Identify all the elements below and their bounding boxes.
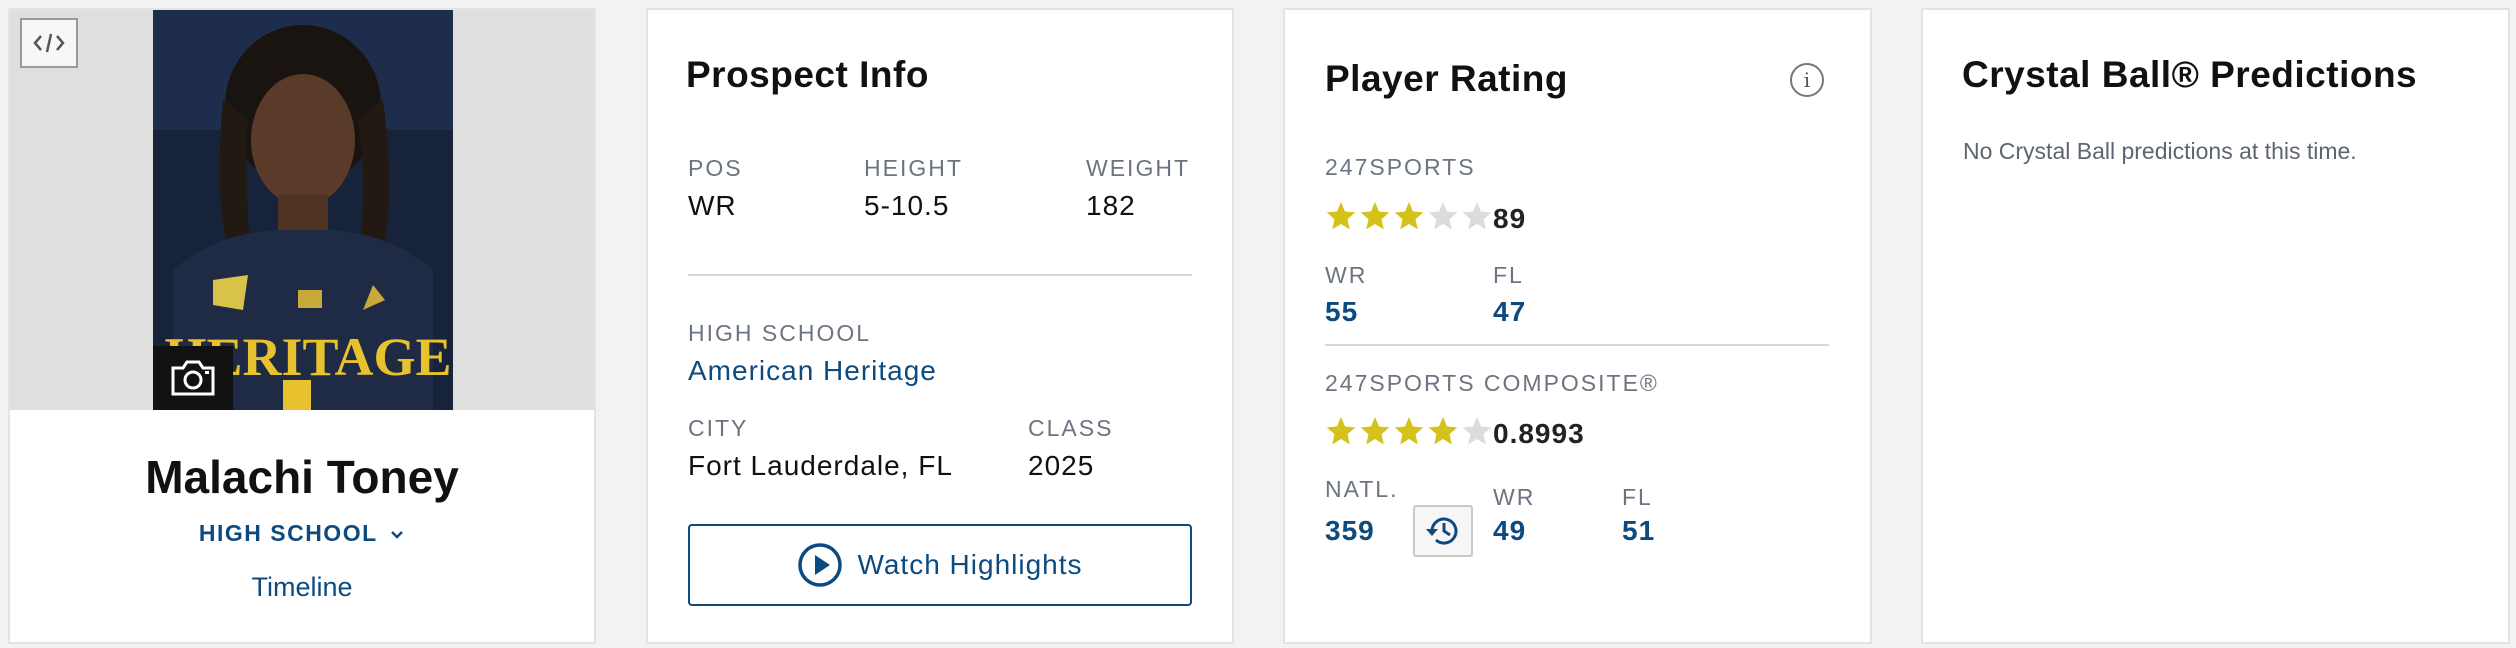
- star-icon: [1462, 417, 1492, 445]
- player-rating-card: Player Rating i 247SPORTS 89 WR 55 FL 47…: [1283, 8, 1872, 644]
- watch-highlights-label: Watch Highlights: [857, 549, 1083, 580]
- star-icon: [1326, 417, 1356, 445]
- class-label: CLASS: [1028, 415, 1114, 441]
- composite-state-label: FL: [1622, 484, 1653, 510]
- star-icon: [1394, 417, 1424, 445]
- class-value: 2025: [1028, 450, 1095, 481]
- embed-code-button[interactable]: [20, 18, 78, 68]
- height-value: 5-10.5: [864, 190, 950, 221]
- code-icon: [33, 33, 65, 53]
- star-icon: [1326, 202, 1356, 230]
- 247sports-stars: [1325, 200, 1493, 232]
- composite-state-rank[interactable]: 51: [1622, 515, 1655, 547]
- weight-label: WEIGHT: [1086, 155, 1190, 181]
- star-icon: [1462, 202, 1492, 230]
- watch-highlights-button[interactable]: Watch Highlights: [688, 524, 1192, 606]
- city-value: Fort Lauderdale, FL: [688, 450, 953, 481]
- city-label: CITY: [688, 415, 749, 441]
- no-predictions-message: No Crystal Ball predictions at this time…: [1963, 138, 2357, 164]
- prospect-info-title: Prospect Info: [686, 54, 929, 95]
- play-circle-icon: [798, 543, 843, 587]
- star-icon: [1428, 202, 1458, 230]
- player-rating-title: Player Rating: [1325, 58, 1568, 99]
- 247sports-state-rank[interactable]: 47: [1493, 296, 1526, 328]
- info-icon[interactable]: i: [1790, 63, 1824, 97]
- composite-position-label: WR: [1493, 484, 1536, 510]
- star-icon: [1360, 202, 1390, 230]
- player-photo[interactable]: HERITAGE: [153, 10, 453, 410]
- star-icon: [1428, 417, 1458, 445]
- photo-band: HERITAGE: [10, 10, 594, 410]
- 247sports-position-label: WR: [1325, 262, 1368, 288]
- divider: [1325, 344, 1829, 346]
- 247sports-state-label: FL: [1493, 262, 1524, 288]
- camera-icon: [171, 360, 215, 396]
- height-label: HEIGHT: [864, 155, 963, 181]
- crystal-ball-card: Crystal Ball® Predictions No Crystal Bal…: [1921, 8, 2510, 644]
- star-icon: [1394, 202, 1424, 230]
- history-icon: [1426, 517, 1458, 545]
- composite-position-rank[interactable]: 49: [1493, 515, 1526, 547]
- composite-score: 0.8993: [1493, 418, 1585, 449]
- composite-label: 247SPORTS COMPOSITE®: [1325, 370, 1659, 396]
- composite-stars: [1325, 415, 1493, 447]
- high-school-label: HIGH SCHOOL: [688, 320, 872, 346]
- player-profile-card: HERITAGE Malachi Toney HIGH SCHOOL Timel…: [8, 8, 596, 644]
- star-icon: [1360, 417, 1390, 445]
- pos-label: POS: [688, 155, 743, 181]
- pos-value: WR: [688, 190, 737, 221]
- divider: [688, 274, 1192, 276]
- player-name: Malachi Toney: [145, 451, 459, 503]
- prospect-info-card: Prospect Info POS WR HEIGHT 5-10.5 WEIGH…: [646, 8, 1234, 644]
- high-school-dropdown-label: HIGH SCHOOL: [198, 520, 378, 546]
- 247sports-position-rank[interactable]: 55: [1325, 296, 1358, 328]
- high-school-dropdown[interactable]: HIGH SCHOOL: [10, 520, 594, 547]
- weight-value: 182: [1086, 190, 1136, 221]
- national-rank[interactable]: 359: [1325, 515, 1375, 547]
- camera-button[interactable]: [153, 346, 233, 410]
- chevron-down-icon: [391, 531, 404, 539]
- crystal-ball-title: Crystal Ball® Predictions: [1962, 54, 2418, 95]
- 247sports-score: 89: [1493, 203, 1527, 234]
- timeline-link[interactable]: Timeline: [10, 572, 594, 603]
- high-school-link[interactable]: American Heritage: [688, 355, 937, 387]
- national-rank-label: NATL.: [1325, 476, 1399, 502]
- 247sports-label: 247SPORTS: [1325, 154, 1476, 180]
- rank-history-button[interactable]: [1413, 505, 1473, 557]
